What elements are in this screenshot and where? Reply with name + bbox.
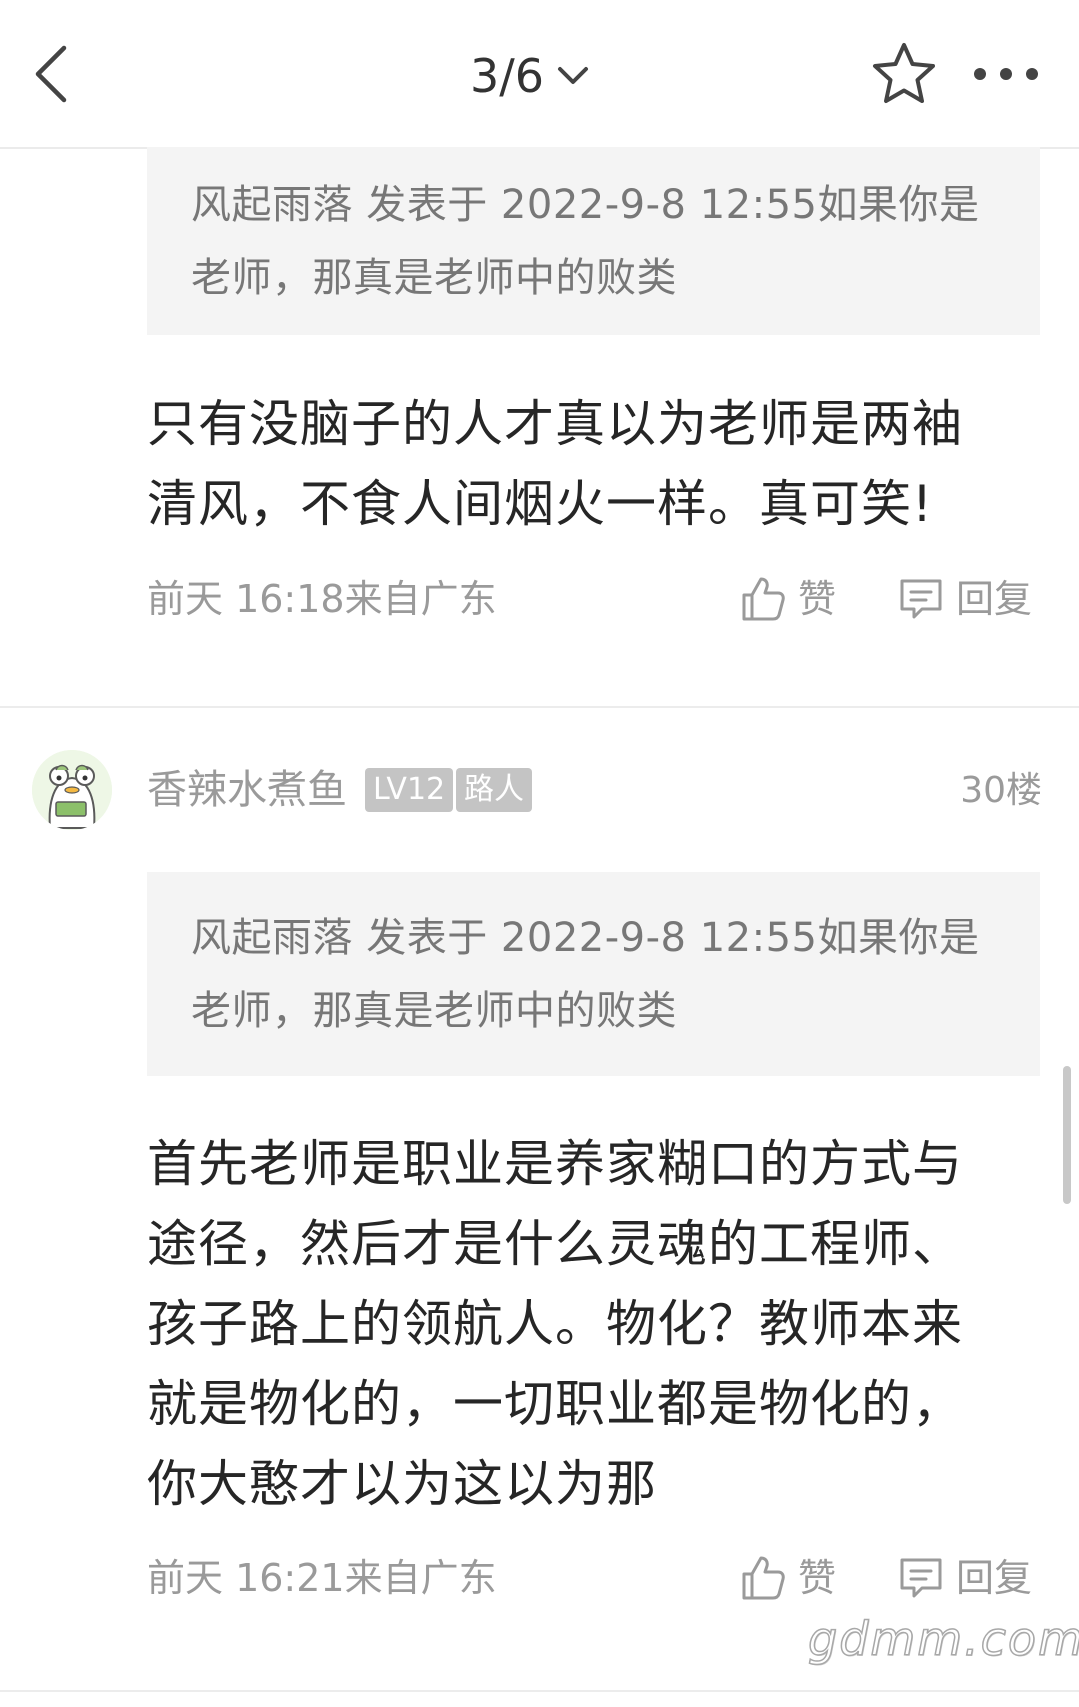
comment-author-row: 香辣水煮鱼 LV12 路人 30楼 xyxy=(32,750,1042,832)
quoted-reply: 风起雨落 发表于 2022-9-8 12:55如果你是老师，那真是老师中的败类 xyxy=(147,147,1040,335)
favorite-button[interactable] xyxy=(870,40,938,108)
reply-label: 回复 xyxy=(956,577,1033,621)
star-icon xyxy=(873,43,935,103)
comment-icon xyxy=(900,1558,942,1598)
reply-button[interactable]: 回复 xyxy=(898,574,1032,624)
quoted-reply: 风起雨落 发表于 2022-9-8 12:55如果你是老师，那真是老师中的败类 xyxy=(147,872,1040,1076)
floor-number: 30楼 xyxy=(960,770,1042,811)
thumbs-up-icon xyxy=(742,577,785,621)
like-label: 赞 xyxy=(798,577,837,621)
comment-icon xyxy=(900,579,942,619)
scrollbar-thumb[interactable] xyxy=(1063,1066,1071,1204)
comment-divider xyxy=(0,1690,1079,1692)
chevron-left-icon xyxy=(35,45,67,103)
level-badge: LV12 xyxy=(365,768,454,812)
role-badge: 路人 xyxy=(456,768,532,812)
like-button[interactable]: 赞 xyxy=(740,1553,836,1603)
reply-label: 回复 xyxy=(956,1556,1033,1600)
top-nav-bar: 3/6 xyxy=(0,0,1079,149)
comment-meta: 前天 16:18来自广东 xyxy=(147,577,497,621)
back-button[interactable] xyxy=(30,42,74,106)
username[interactable]: 香辣水煮鱼 xyxy=(147,764,347,816)
comment-body: 首先老师是职业是养家糊口的方式与途径，然后才是什么灵魂的工程师、孩子路上的领航人… xyxy=(147,1135,963,1513)
like-button[interactable]: 赞 xyxy=(740,574,836,624)
comment-body: 只有没脑子的人才真以为老师是两袖清风，不食人间烟火一样。真可笑! xyxy=(147,395,963,533)
page-selector[interactable]: 3/6 xyxy=(470,44,590,108)
comment-divider xyxy=(0,706,1079,708)
reply-button[interactable]: 回复 xyxy=(898,1553,1032,1603)
quoted-reply-text: 风起雨落 发表于 2022-9-8 12:55如果你是老师，那真是老师中的败类 xyxy=(191,182,980,301)
chevron-down-icon xyxy=(558,67,589,84)
comment-meta: 前天 16:21来自广东 xyxy=(147,1556,497,1600)
frog-avatar-icon xyxy=(32,750,112,830)
more-horizontal-icon xyxy=(974,68,1038,80)
thumbs-up-icon xyxy=(742,1556,785,1600)
site-watermark: gdmm.com xyxy=(807,1611,1079,1667)
avatar[interactable] xyxy=(32,750,112,830)
quoted-reply-text: 风起雨落 发表于 2022-9-8 12:55如果你是老师，那真是老师中的败类 xyxy=(191,915,980,1034)
page-indicator-text: 3/6 xyxy=(470,49,545,103)
like-label: 赞 xyxy=(798,1556,837,1600)
more-button[interactable] xyxy=(970,56,1050,92)
